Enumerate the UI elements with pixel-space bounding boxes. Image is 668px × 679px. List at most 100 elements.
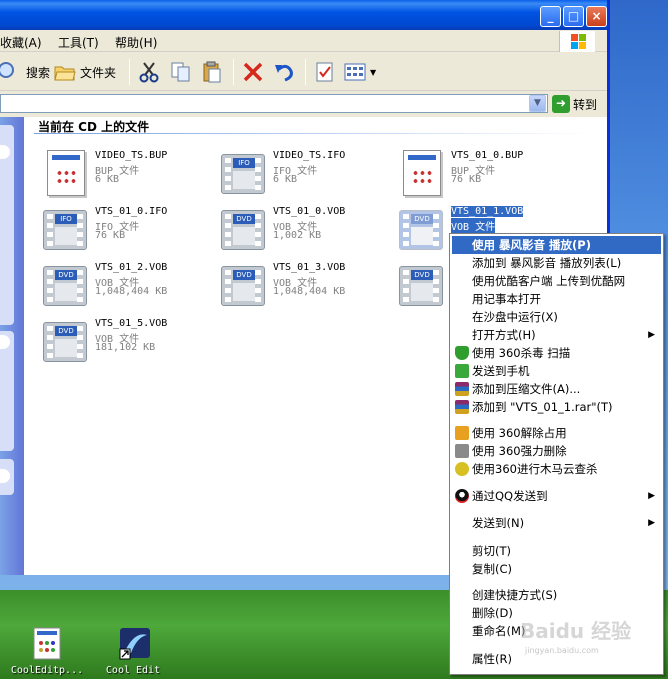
ctx-360-scan[interactable]: 使用 360杀毒 扫描 xyxy=(452,344,661,362)
go-button[interactable]: ➜ 转到 xyxy=(552,94,597,114)
menu-separator xyxy=(452,420,661,421)
submenu-arrow-icon: ▶ xyxy=(648,491,655,501)
close-button[interactable]: × xyxy=(586,6,607,27)
ctx-send-qq[interactable]: 通过QQ发送到 ▶ xyxy=(452,487,661,505)
address-input[interactable] xyxy=(0,94,548,113)
ctx-open-notepad[interactable]: 用记事本打开 xyxy=(452,290,661,308)
ctx-label: 使用360进行木马云查杀 xyxy=(472,462,598,476)
go-label: 转到 xyxy=(573,97,598,112)
ctx-label: 使用优酷客户端 上传到优酷网 xyxy=(472,274,626,288)
360-delete-icon xyxy=(455,444,469,458)
menu-help[interactable]: 帮助(H) xyxy=(115,34,157,51)
ctx-label: 使用 暴风影音 播放(P) xyxy=(472,238,591,252)
task-pane xyxy=(0,117,24,575)
watermark: Baidu 经验 xyxy=(520,619,632,643)
file-size: 6 KB xyxy=(95,174,120,185)
ctx-add-archive[interactable]: 添加到压缩文件(A)... xyxy=(452,380,661,398)
file-name: VTS_01_3.VOB xyxy=(273,262,346,273)
paste-button[interactable] xyxy=(201,59,223,85)
views-dropdown-arrow-icon: ▼ xyxy=(370,67,377,77)
phone-send-icon xyxy=(455,364,469,378)
file-item[interactable]: VIDEO_TS.BUP BUP 文件 6 KB xyxy=(43,150,213,202)
toolbar-separator xyxy=(305,59,306,85)
dvd-film-icon: DVD xyxy=(399,206,443,254)
ctx-label: 添加到 "VTS_01_1.rar"(T) xyxy=(472,400,613,414)
desktop-icon-cooledit-doc[interactable]: CoolEditp... xyxy=(2,627,92,677)
undo-button[interactable] xyxy=(273,59,295,85)
menu-favorites[interactable]: 收藏(A) xyxy=(0,34,42,51)
file-item[interactable]: IFO VTS_01_0.IFO IFO 文件 76 KB xyxy=(43,206,213,258)
dvd-film-icon: DVD xyxy=(43,262,87,310)
minimize-button[interactable]: _ xyxy=(540,6,561,27)
file-name: VTS_01_5.VOB xyxy=(95,318,168,329)
dvd-film-icon: DVD xyxy=(221,262,265,310)
winrar-icon xyxy=(455,382,469,396)
file-item[interactable]: IFO VIDEO_TS.IFO IFO 文件 6 KB xyxy=(221,150,391,202)
views-button[interactable]: ▼ xyxy=(344,59,376,85)
cut-button[interactable] xyxy=(138,59,160,85)
toolbar-separator xyxy=(233,59,234,85)
search-button[interactable]: 搜索 xyxy=(0,59,50,85)
folders-button[interactable]: 文件夹 xyxy=(54,59,116,85)
address-dropdown-icon[interactable]: ▼ xyxy=(529,95,546,112)
folders-label: 文件夹 xyxy=(80,65,117,80)
delete-x-icon xyxy=(242,61,264,83)
ctx-label: 使用 360解除占用 xyxy=(472,426,567,440)
ctx-add-playlist[interactable]: 添加到 暴风影音 播放列表(L) xyxy=(452,254,661,272)
views-icon xyxy=(344,61,366,83)
properties-button[interactable] xyxy=(314,59,336,85)
file-name: VTS_01_1.VOB xyxy=(451,206,524,217)
file-item[interactable]: DVD VTS_01_5.VOB VOB 文件 181,102 KB xyxy=(43,318,213,370)
ifo-film-icon: IFO xyxy=(43,206,87,254)
desktop-icon-cooledit[interactable]: Cool Edit xyxy=(88,627,178,677)
ctx-360-cloud-scan[interactable]: 使用360进行木马云查杀 xyxy=(452,460,661,478)
file-item[interactable]: DVD VTS_01_3.VOB VOB 文件 1,048,404 KB xyxy=(221,262,391,314)
toolbar: 搜索 文件夹 ▼ xyxy=(0,53,607,91)
desktop-icon-label: Cool Edit xyxy=(105,665,161,676)
copy-icon xyxy=(170,61,192,83)
go-arrow-icon: ➜ xyxy=(552,95,570,113)
ctx-run-sandbox[interactable]: 在沙盘中运行(X) xyxy=(452,308,661,326)
file-item[interactable]: DVD VTS_01_2.VOB VOB 文件 1,048,404 KB xyxy=(43,262,213,314)
file-size: 1,048,404 KB xyxy=(273,286,346,297)
file-name: VTS_01_0.VOB xyxy=(273,206,346,217)
file-size: 76 KB xyxy=(451,174,482,185)
ifo-film-icon: IFO xyxy=(221,150,265,198)
properties-icon xyxy=(314,61,336,83)
ctx-cut[interactable]: 剪切(T) xyxy=(452,542,661,560)
ctx-send-to[interactable]: 发送到(N) ▶ xyxy=(452,514,661,532)
title-bar[interactable]: _ □ × xyxy=(0,0,607,30)
ctx-play-baofeng[interactable]: 使用 暴风影音 播放(P) xyxy=(452,236,661,254)
ctx-label: 发送到手机 xyxy=(472,364,530,378)
ctx-copy[interactable]: 复制(C) xyxy=(452,560,661,578)
ctx-label: 复制(C) xyxy=(472,562,513,576)
ctx-label: 使用 360强力删除 xyxy=(472,444,567,458)
file-item[interactable]: VTS_01_0.BUP BUP 文件 76 KB xyxy=(399,150,569,202)
maximize-button[interactable]: □ xyxy=(563,6,584,27)
menu-tools[interactable]: 工具(T) xyxy=(58,34,99,51)
delete-button[interactable] xyxy=(242,59,264,85)
file-size: 181,102 KB xyxy=(95,342,156,353)
file-item[interactable]: DVD VTS_01_0.VOB VOB 文件 1,002 KB xyxy=(221,206,391,258)
document-icon xyxy=(399,150,443,198)
file-size: 1,048,404 KB xyxy=(95,286,168,297)
ctx-label: 删除(D) xyxy=(472,606,513,620)
context-menu: 使用 暴风影音 播放(P) 添加到 暴风影音 播放列表(L) 使用优酷客户端 上… xyxy=(449,233,664,675)
ctx-add-rar[interactable]: 添加到 "VTS_01_1.rar"(T) xyxy=(452,398,661,416)
menu-bar: 收藏(A) 工具(T) 帮助(H) xyxy=(0,30,607,52)
watermark-url: jingyan.baidu.com xyxy=(525,646,599,655)
ctx-send-phone[interactable]: 发送到手机 xyxy=(452,362,661,380)
ctx-label: 重命名(M) xyxy=(472,624,526,638)
ctx-label: 添加到 暴风影音 播放列表(L) xyxy=(472,256,622,270)
ctx-360-unlock[interactable]: 使用 360解除占用 xyxy=(452,424,661,442)
ctx-upload-youku[interactable]: 使用优酷客户端 上传到优酷网 xyxy=(452,272,661,290)
ctx-360-delete[interactable]: 使用 360强力删除 xyxy=(452,442,661,460)
menu-separator xyxy=(452,581,661,582)
ctx-open-with[interactable]: 打开方式(H) ▶ xyxy=(452,326,661,344)
copy-button[interactable] xyxy=(170,59,192,85)
document-icon xyxy=(43,150,87,198)
ctx-create-shortcut[interactable]: 创建快捷方式(S) xyxy=(452,586,661,604)
desktop-icon-label: CoolEditp... xyxy=(10,665,84,676)
ctx-label: 添加到压缩文件(A)... xyxy=(472,382,581,396)
ctx-label: 发送到(N) xyxy=(472,516,525,530)
